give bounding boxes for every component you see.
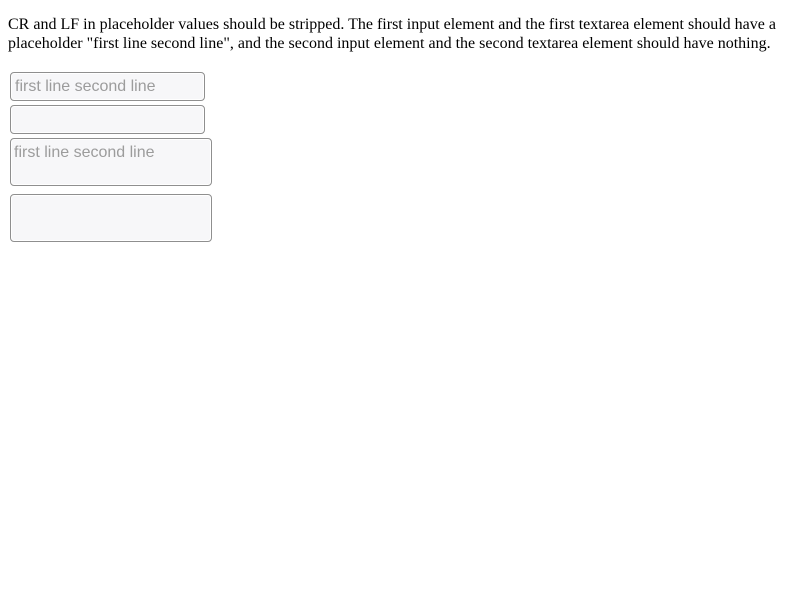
second-input-field[interactable] — [10, 105, 205, 134]
first-input-field[interactable] — [10, 72, 205, 101]
test-description: CR and LF in placeholder values should b… — [8, 16, 776, 52]
second-textarea-field[interactable] — [10, 194, 212, 242]
first-textarea-field[interactable] — [10, 138, 212, 186]
